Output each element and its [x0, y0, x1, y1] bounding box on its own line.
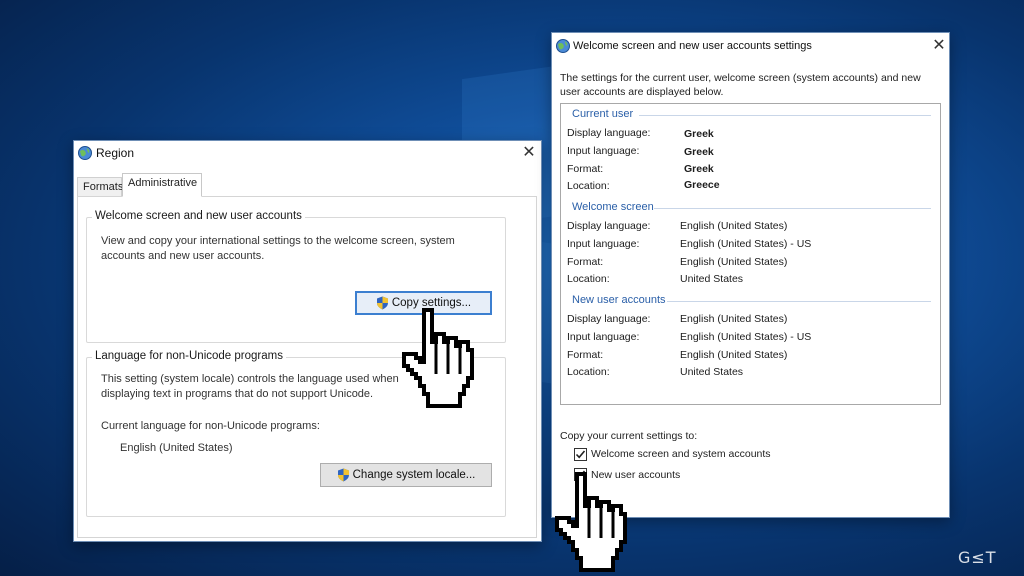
checkmark-icon: [575, 450, 586, 459]
row-label: Location:: [567, 180, 610, 192]
section-heading-current-user: Current user: [572, 108, 634, 120]
row-value: English (United States): [680, 349, 788, 361]
welcome-screen-checkbox-label[interactable]: Welcome screen and system accounts: [591, 447, 771, 462]
row-value: United States: [680, 366, 744, 378]
section-heading-welcome-screen: Welcome screen: [572, 201, 654, 213]
unicode-group-legend: Language for non-Unicode programs: [92, 350, 286, 362]
row-label: Display language:: [567, 313, 651, 325]
welcome-screen-checkbox[interactable]: [574, 448, 587, 461]
welcome-close-button[interactable]: ✕: [928, 35, 950, 57]
row-value: Greece: [684, 179, 720, 191]
current-language-label: Current language for non-Unicode program…: [101, 420, 320, 432]
tab-administrative[interactable]: Administrative: [122, 173, 202, 197]
row-label: Input language:: [567, 238, 640, 250]
welcome-title: Welcome screen and new user accounts set…: [573, 40, 812, 52]
row-value: Greek: [684, 128, 714, 140]
section-divider: [639, 115, 931, 116]
uac-shield-icon: [376, 296, 388, 310]
row-value: Greek: [684, 146, 714, 158]
section-divider: [654, 208, 931, 209]
welcome-intro: The settings for the current user, welco…: [560, 72, 921, 98]
row-label: Format:: [567, 163, 604, 175]
welcome-settings-dialog: Welcome screen and new user accounts set…: [551, 32, 950, 518]
row-value: United States: [680, 273, 744, 285]
row-value: English (United States): [680, 220, 788, 232]
tab-formats[interactable]: Formats: [77, 177, 123, 197]
hand-pointer-icon: [555, 472, 627, 572]
row-value: English (United States) - US: [680, 331, 812, 343]
watermark-logo: G≤T: [958, 548, 997, 567]
change-system-locale-label: Change system locale...: [352, 469, 476, 481]
row-value: Greek: [684, 163, 714, 175]
globe-icon: [556, 39, 570, 53]
section-heading-new-user-accounts: New user accounts: [572, 294, 666, 306]
uac-shield-icon: [337, 468, 349, 482]
welcome-titlebar: Welcome screen and new user accounts set…: [552, 33, 949, 59]
region-close-button[interactable]: ✕: [518, 142, 540, 164]
row-label: Input language:: [567, 145, 640, 157]
hand-pointer-icon: [402, 308, 474, 408]
row-label: Display language:: [567, 220, 651, 232]
row-label: Input language:: [567, 331, 640, 343]
row-label: Location:: [567, 273, 610, 285]
row-label: Format:: [567, 349, 604, 361]
unicode-description: This setting (system locale) controls th…: [101, 373, 399, 400]
welcome-description: View and copy your international setting…: [101, 235, 455, 262]
welcome-group-legend: Welcome screen and new user accounts: [92, 210, 305, 222]
row-value: English (United States) - US: [680, 238, 812, 250]
region-title: Region: [96, 146, 135, 160]
change-system-locale-button[interactable]: Change system locale...: [320, 463, 492, 487]
row-value: English (United States): [680, 256, 788, 268]
region-titlebar: Region ✕: [74, 141, 541, 167]
section-divider: [667, 301, 931, 302]
row-label: Location:: [567, 366, 610, 378]
copy-to-label: Copy your current settings to:: [560, 430, 698, 442]
row-value: English (United States): [680, 313, 788, 325]
current-language-value: English (United States): [120, 442, 233, 454]
globe-icon: [78, 146, 92, 160]
row-label: Format:: [567, 256, 604, 268]
row-label: Display language:: [567, 127, 651, 139]
